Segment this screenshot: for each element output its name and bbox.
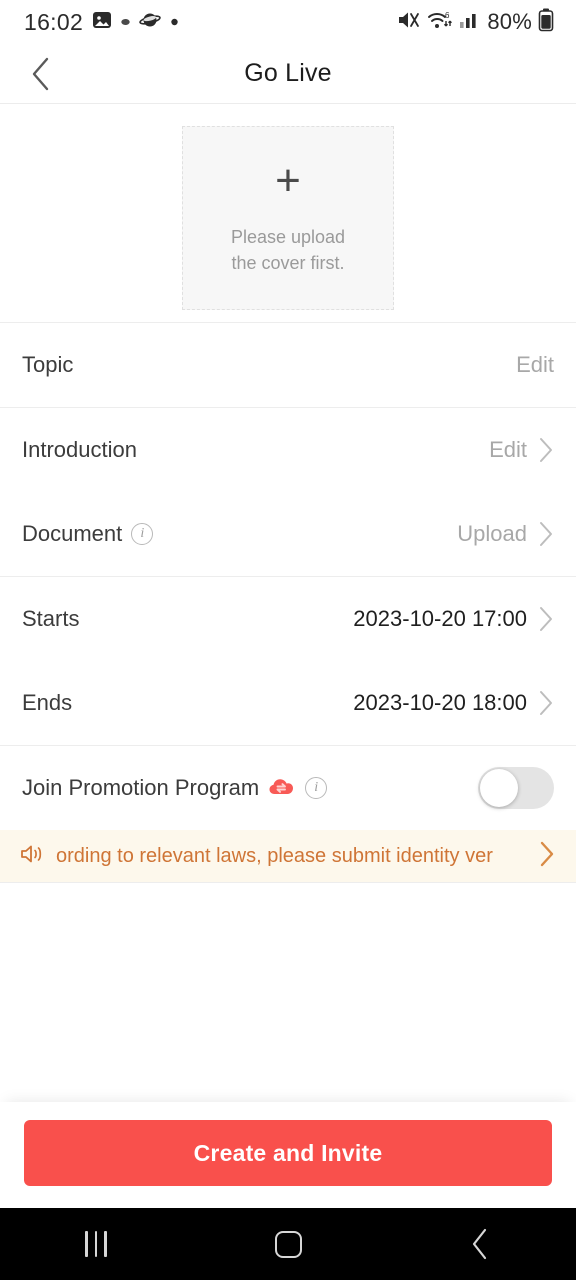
chevron-right-icon <box>540 522 552 546</box>
back-button[interactable] <box>18 51 64 97</box>
wifi-6-icon: 6 <box>427 9 453 36</box>
phone-screen: 16:02 6 80% Go Live + Please upload the … <box>0 0 576 1280</box>
promotion-label: Join Promotion Program <box>22 775 260 800</box>
mute-icon <box>397 9 421 36</box>
battery-icon <box>538 8 554 37</box>
megaphone-icon <box>20 843 46 870</box>
cover-upload-box[interactable]: + Please upload the cover first. <box>182 126 394 310</box>
chevron-right-icon <box>540 607 552 631</box>
nav-back-button[interactable] <box>425 1208 535 1280</box>
cover-hint-line2: the cover first. <box>231 253 345 273</box>
dot-icon <box>170 13 179 31</box>
row-introduction[interactable]: Introduction Edit <box>0 408 576 492</box>
banner-text: ording to relevant laws, please submit i… <box>56 844 493 867</box>
group-topic: Topic Edit <box>0 323 576 407</box>
page-title: Go Live <box>244 59 332 87</box>
info-icon[interactable]: i <box>131 523 154 545</box>
battery-percent: 80% <box>487 9 532 34</box>
status-bar-left: 16:02 <box>24 9 179 36</box>
chevron-right-icon <box>540 691 552 715</box>
ends-value[interactable]: 2023-10-20 18:00 <box>353 690 527 716</box>
document-label-wrap: Document i <box>22 521 154 547</box>
starts-value[interactable]: 2023-10-20 17:00 <box>353 606 527 632</box>
cover-section: + Please upload the cover first. <box>0 104 576 322</box>
promotion-cloud-icon <box>268 774 296 802</box>
chevron-right-icon <box>540 438 552 462</box>
document-upload-action[interactable]: Upload <box>457 521 527 547</box>
row-document[interactable]: Document i Upload <box>0 492 576 576</box>
toggle-knob <box>480 769 518 807</box>
info-icon[interactable]: i <box>305 777 328 799</box>
divider <box>0 882 576 883</box>
topic-label: Topic <box>22 352 74 377</box>
form-content: + Please upload the cover first. Topic E… <box>0 104 576 1102</box>
group-details: Introduction Edit Document i Upload <box>0 408 576 576</box>
ends-label: Ends <box>22 690 73 715</box>
group-schedule: Starts 2023-10-20 17:00 Ends 2023-10-20 … <box>0 577 576 745</box>
cover-hint-line1: Please upload <box>230 227 346 248</box>
chevron-left-icon <box>32 57 49 90</box>
android-nav-bar <box>0 1208 576 1280</box>
status-time: 16:02 <box>24 8 84 35</box>
introduction-label: Introduction <box>22 437 137 462</box>
group-promotion: Join Promotion Program i <box>0 746 576 830</box>
nav-home-button[interactable] <box>233 1208 343 1280</box>
starts-label: Starts <box>22 606 80 631</box>
create-and-invite-button[interactable]: Create and Invite <box>24 1120 552 1186</box>
document-label: Document <box>22 521 123 546</box>
bottom-action-bar: Create and Invite <box>0 1102 576 1208</box>
ends-right: 2023-10-20 18:00 <box>353 689 554 717</box>
status-bar-right: 6 80% <box>397 8 554 37</box>
recents-icon <box>85 1231 107 1257</box>
plus-icon: + <box>275 156 301 206</box>
row-promotion[interactable]: Join Promotion Program i <box>0 746 576 830</box>
row-ends[interactable]: Ends 2023-10-20 18:00 <box>0 661 576 745</box>
topic-edit-action[interactable]: Edit <box>516 352 554 378</box>
status-bar: 16:02 6 80% <box>0 0 576 44</box>
chevron-right-icon <box>540 841 554 866</box>
introduction-right: Edit <box>489 436 554 464</box>
image-icon <box>92 10 112 35</box>
row-topic[interactable]: Topic Edit <box>0 323 576 407</box>
nav-recents-button[interactable] <box>41 1208 151 1280</box>
cellular-signal-icon <box>459 10 481 35</box>
promotion-toggle[interactable] <box>478 767 554 809</box>
banner-left: ording to relevant laws, please submit i… <box>20 843 526 870</box>
back-icon <box>472 1228 487 1260</box>
promotion-label-wrap: Join Promotion Program i <box>22 774 328 802</box>
banner-chevron[interactable] <box>538 840 556 873</box>
document-right: Upload <box>457 520 554 548</box>
svg-text:6: 6 <box>445 11 450 20</box>
saturn-icon <box>139 11 161 34</box>
row-starts[interactable]: Starts 2023-10-20 17:00 <box>0 577 576 661</box>
identity-verification-banner[interactable]: ording to relevant laws, please submit i… <box>0 830 576 882</box>
starts-right: 2023-10-20 17:00 <box>353 605 554 633</box>
topic-right: Edit <box>516 352 554 378</box>
introduction-edit-action[interactable]: Edit <box>489 437 527 463</box>
home-icon <box>274 1230 302 1258</box>
page-header: Go Live <box>0 44 576 104</box>
dot-icon <box>121 13 130 31</box>
